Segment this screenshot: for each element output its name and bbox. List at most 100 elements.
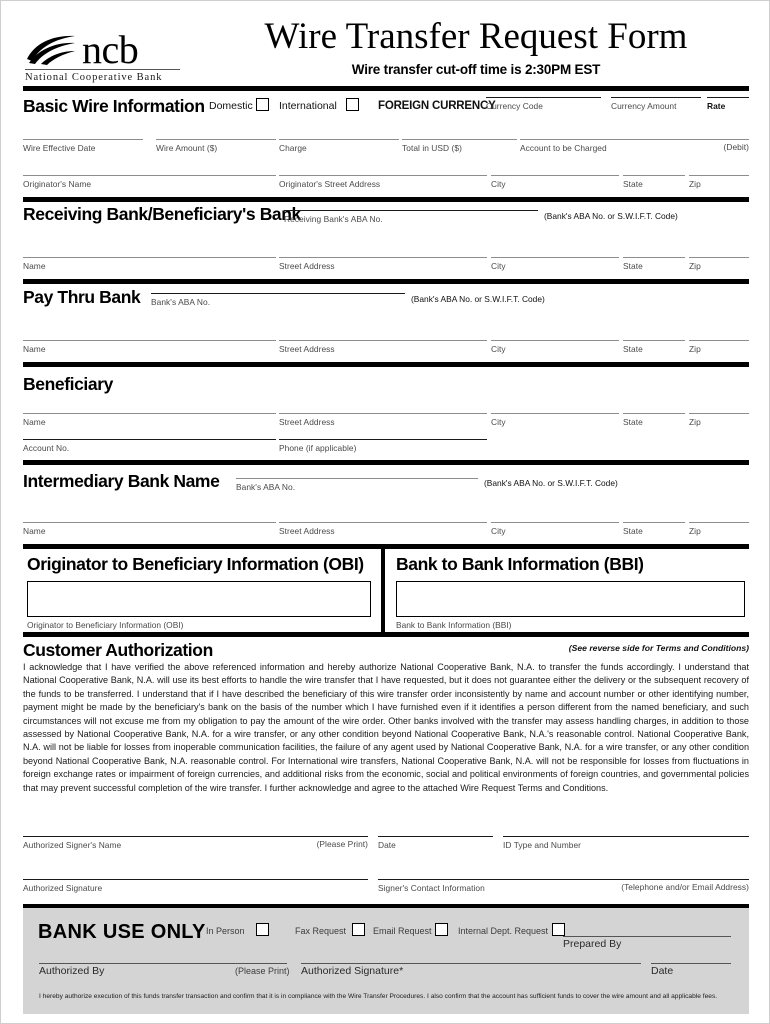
authorized-by-rule[interactable] xyxy=(39,963,287,964)
bbi-caption: Bank to Bank Information (BBI) xyxy=(396,620,512,630)
ncb-logo: ncb National Cooperative Bank xyxy=(25,25,185,83)
originator-city-field[interactable]: City xyxy=(491,175,619,189)
receiving-bank-street-field[interactable]: Street Address xyxy=(279,257,487,271)
total-usd-field[interactable]: Total in USD ($) xyxy=(402,139,517,153)
wire-effective-date-caption: Wire Effective Date xyxy=(23,143,96,153)
authorized-signer-name-field[interactable]: Authorized Signer's Name (Please Print) xyxy=(23,836,368,850)
currency-code-field[interactable]: Currency Code xyxy=(486,97,601,111)
international-label: International xyxy=(279,100,337,112)
pay-thru-street-caption: Street Address xyxy=(279,344,335,354)
receiving-bank-zip-field[interactable]: Zip xyxy=(689,257,749,271)
bbi-input[interactable] xyxy=(396,581,745,617)
bank-use-date-caption: Date xyxy=(651,965,674,977)
pay-thru-zip-field[interactable]: Zip xyxy=(689,340,749,354)
wire-amount-field[interactable]: Wire Amount ($) xyxy=(156,139,276,153)
pay-thru-name-field[interactable]: Name xyxy=(23,340,276,354)
wire-amount-caption: Wire Amount ($) xyxy=(156,143,218,153)
prepared-by-rule[interactable] xyxy=(563,936,731,937)
id-type-number-field[interactable]: ID Type and Number xyxy=(503,836,749,850)
intermediary-city-caption: City xyxy=(491,526,506,536)
bank-use-date-rule[interactable] xyxy=(651,963,731,964)
charge-caption: Charge xyxy=(279,143,307,153)
divider-bar-basic xyxy=(23,197,749,202)
intermediary-name-field[interactable]: Name xyxy=(23,522,276,536)
form-header: ncb National Cooperative Bank Wire Trans… xyxy=(23,15,749,85)
intermediary-state-field[interactable]: State xyxy=(623,522,685,536)
authorization-paragraph: I acknowledge that I have verified the a… xyxy=(23,662,749,793)
internal-dept-request-checkbox[interactable] xyxy=(552,923,565,936)
beneficiary-account-field[interactable]: Account No. xyxy=(23,439,276,453)
receiving-bank-name-field[interactable]: Name xyxy=(23,257,276,271)
email-request-checkbox[interactable] xyxy=(435,923,448,936)
originator-name-field[interactable]: Originator's Name xyxy=(23,175,276,189)
pay-thru-state-field[interactable]: State xyxy=(623,340,685,354)
fax-request-checkbox[interactable] xyxy=(352,923,365,936)
originator-state-field[interactable]: State xyxy=(623,175,685,189)
beneficiary-name-caption: Name xyxy=(23,417,46,427)
please-print-caption: (Please Print) xyxy=(316,839,368,849)
divider-bar-paythru xyxy=(23,362,749,367)
originator-street-field[interactable]: Originator's Street Address xyxy=(279,175,487,189)
pay-thru-city-field[interactable]: City xyxy=(491,340,619,354)
pay-thru-name-caption: Name xyxy=(23,344,46,354)
pay-thru-aba-note: (Bank's ABA No. or S.W.I.F.T. Code) xyxy=(411,294,545,304)
receiving-bank-aba-note: (Bank's ABA No. or S.W.I.F.T. Code) xyxy=(544,211,678,221)
intermediary-zip-field[interactable]: Zip xyxy=(689,522,749,536)
authorization-date-field[interactable]: Date xyxy=(378,836,493,850)
beneficiary-city-field[interactable]: City xyxy=(491,413,619,427)
section-title-bbi: Bank to Bank Information (BBI) xyxy=(396,554,644,574)
charge-field[interactable]: Charge xyxy=(279,139,399,153)
beneficiary-name-field[interactable]: Name xyxy=(23,413,276,427)
originator-name-caption: Originator's Name xyxy=(23,179,92,189)
logo-wordmark: ncb xyxy=(82,27,139,72)
section-title-beneficiary: Beneficiary xyxy=(23,374,113,394)
beneficiary-zip-field[interactable]: Zip xyxy=(689,413,749,427)
intermediary-street-field[interactable]: Street Address xyxy=(279,522,487,536)
obi-caption: Originator to Beneficiary Information (O… xyxy=(27,620,184,630)
wire-transfer-form-page: ncb National Cooperative Bank Wire Trans… xyxy=(0,0,770,1024)
originator-city-caption: City xyxy=(491,179,506,189)
authorized-signature-rule[interactable] xyxy=(301,963,641,964)
currency-amount-field[interactable]: Currency Amount xyxy=(611,97,701,111)
section-title-obi: Originator to Beneficiary Information (O… xyxy=(27,554,364,574)
account-to-be-charged-field[interactable]: Account to be Charged (Debit) xyxy=(520,139,749,153)
receiving-bank-state-field[interactable]: State xyxy=(623,257,685,271)
reverse-side-note: (See reverse side for Terms and Conditio… xyxy=(568,643,749,653)
section-title-pay-thru-bank: Pay Thru Bank xyxy=(23,287,141,307)
rate-field[interactable]: Rate xyxy=(707,97,749,111)
originator-zip-field[interactable]: Zip xyxy=(689,175,749,189)
receiving-bank-city-field[interactable]: City xyxy=(491,257,619,271)
in-person-checkbox[interactable] xyxy=(256,923,269,936)
pay-thru-zip-caption: Zip xyxy=(689,344,701,354)
id-type-number-caption: ID Type and Number xyxy=(503,840,582,850)
bank-use-only-panel: BANK USE ONLY In Person Fax Request Emai… xyxy=(23,904,749,1014)
beneficiary-phone-caption: Phone (if applicable) xyxy=(279,443,357,453)
receiving-bank-city-caption: City xyxy=(491,261,506,271)
intermediary-aba-caption: Bank's ABA No. xyxy=(236,482,296,492)
foreign-currency-label: FOREIGN CURRENCY xyxy=(378,100,496,112)
pay-thru-street-field[interactable]: Street Address xyxy=(279,340,487,354)
currency-code-caption: Currency Code xyxy=(486,101,543,111)
bank-use-only-title: BANK USE ONLY xyxy=(38,921,206,943)
pay-thru-aba-field[interactable]: Bank's ABA No. xyxy=(151,293,405,307)
beneficiary-state-field[interactable]: State xyxy=(623,413,685,427)
beneficiary-phone-field[interactable]: Phone (if applicable) xyxy=(279,439,487,453)
international-checkbox[interactable] xyxy=(346,98,359,111)
divider-bar-obi-bbi xyxy=(23,632,749,637)
intermediary-aba-field[interactable]: Bank's ABA No. xyxy=(236,478,478,492)
currency-amount-caption: Currency Amount xyxy=(611,101,677,111)
signer-contact-field[interactable]: Signer's Contact Information (Telephone … xyxy=(378,879,749,893)
authorized-signature-field[interactable]: Authorized Signature xyxy=(23,879,368,893)
beneficiary-street-field[interactable]: Street Address xyxy=(279,413,487,427)
domestic-checkbox[interactable] xyxy=(256,98,269,111)
wire-effective-date-field[interactable]: Wire Effective Date xyxy=(23,139,143,153)
intermediary-city-field[interactable]: City xyxy=(491,522,619,536)
divider-bar-receiving xyxy=(23,279,749,284)
divider-bar-header xyxy=(23,86,749,91)
obi-input[interactable] xyxy=(27,581,371,617)
fax-request-label: Fax Request xyxy=(295,926,347,936)
originator-state-caption: State xyxy=(623,179,643,189)
signer-contact-note: (Telephone and/or Email Address) xyxy=(621,882,749,892)
receiving-bank-aba-caption: Receiving Bank's ABA No. xyxy=(284,214,383,224)
receiving-bank-aba-field[interactable]: Receiving Bank's ABA No. xyxy=(284,210,538,224)
